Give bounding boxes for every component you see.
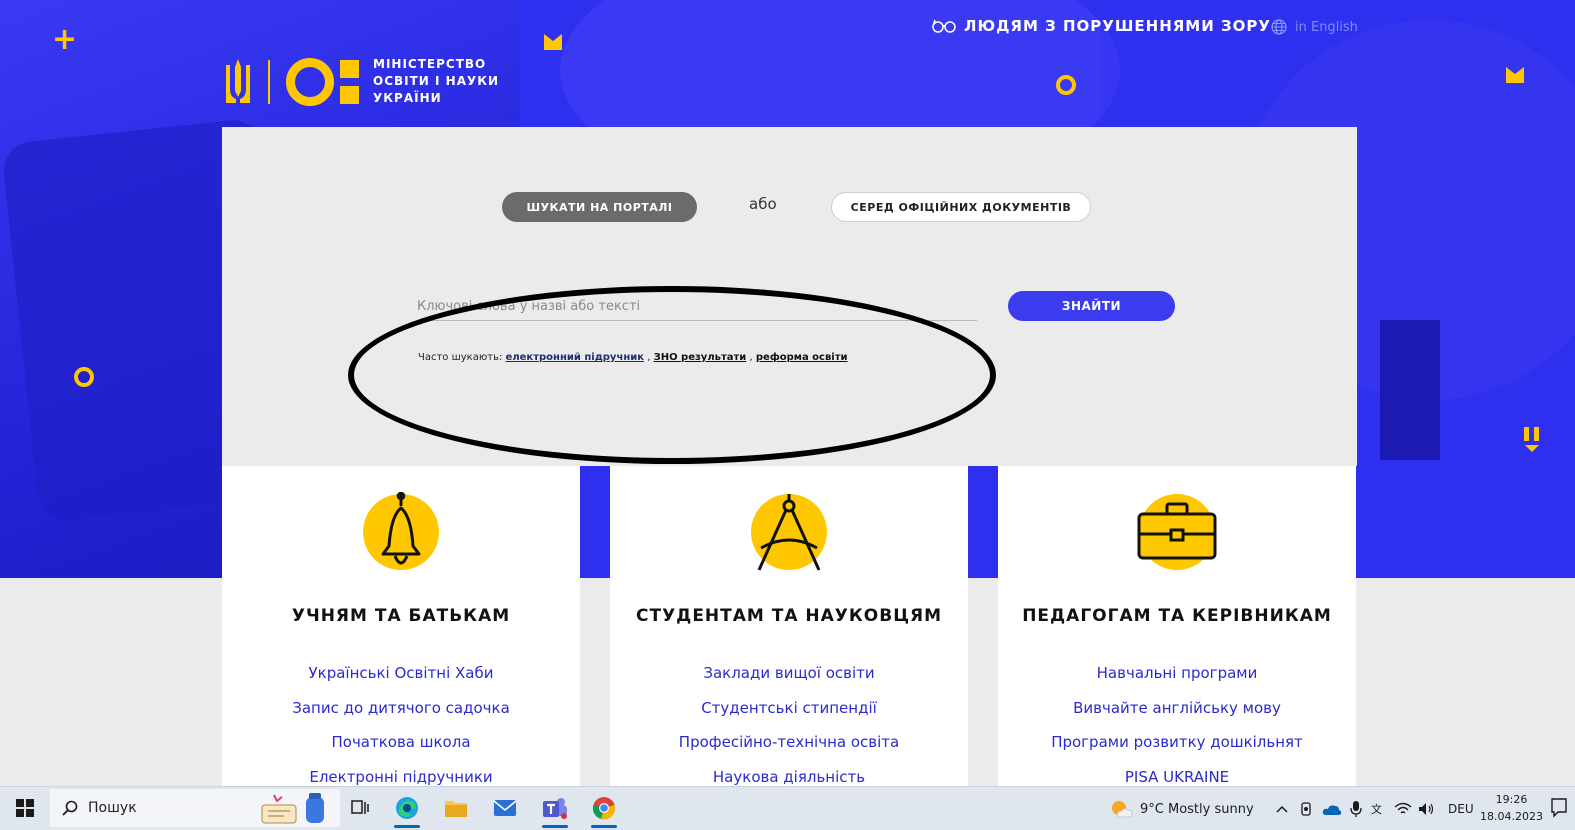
pause-decoration-icon — [1524, 427, 1539, 452]
card-link[interactable]: Вивчайте англійську мову — [998, 699, 1356, 734]
hero-shape — [1380, 320, 1440, 460]
briefcase-icon — [1137, 494, 1217, 570]
microphone-icon[interactable] — [1350, 800, 1362, 818]
logo-divider — [268, 59, 270, 104]
file-explorer-icon[interactable] — [441, 794, 471, 822]
logo-line: МІНІСТЕРСТВО — [373, 57, 487, 71]
card-link[interactable]: Професійно-технічна освіта — [610, 733, 968, 768]
clock-time: 19:26 — [1495, 793, 1528, 806]
crown-decoration-icon — [544, 34, 562, 50]
meet-now-icon[interactable] — [1300, 801, 1314, 817]
chevron-up-icon[interactable] — [1276, 805, 1288, 813]
weather-widget[interactable]: 9°C Mostly sunny — [1110, 787, 1254, 830]
card-link[interactable]: Українські Освітні Хаби — [222, 664, 580, 699]
globe-icon — [1271, 19, 1287, 35]
volume-icon[interactable] — [1418, 802, 1436, 816]
ministry-logo[interactable]: МІНІСТЕРСТВО ОСВІТИ І НАУКИ УКРАЇНИ — [222, 56, 499, 107]
card-teachers-managers: ПЕДАГОГАМ ТА КЕРІВНИКАМ Навчальні програ… — [998, 466, 1356, 786]
clock-date: 18.04.2023 — [1480, 810, 1543, 823]
edge-browser-icon[interactable] — [392, 794, 422, 828]
plus-decoration-icon: + — [52, 22, 78, 57]
language-input-icon[interactable]: 文 — [1370, 801, 1388, 817]
card-link[interactable]: Запис до дитячого садочка — [222, 699, 580, 734]
tab-search-portal[interactable]: ШУКАТИ НА ПОРТАЛІ — [502, 192, 697, 222]
logo-circle-icon — [286, 57, 334, 106]
keyboard-language[interactable]: DEU — [1448, 802, 1474, 816]
card-links: Навчальні програми Вивчайте англійську м… — [998, 664, 1356, 802]
card-title: ПЕДАГОГАМ ТА КЕРІВНИКАМ — [1022, 606, 1332, 626]
windows-taskbar: Пошук 9°C Mostly sunny 文 DEU 19:26 18.04… — [0, 786, 1575, 830]
chrome-icon[interactable] — [589, 794, 619, 828]
clock[interactable]: 19:26 18.04.2023 — [1480, 791, 1543, 825]
search-icon — [62, 800, 78, 816]
crown-decoration-icon — [1506, 67, 1524, 83]
ring-decoration-icon — [1056, 75, 1076, 95]
svg-text:文: 文 — [1371, 802, 1382, 816]
system-tray: 文 DEU — [1276, 787, 1474, 830]
logo-text: МІНІСТЕРСТВО ОСВІТИ І НАУКИ УКРАЇНИ — [373, 56, 499, 107]
annotation-ellipse — [348, 286, 996, 464]
card-links: Українські Освітні Хаби Запис до дитячог… — [222, 664, 580, 802]
card-title: СТУДЕНТАМ ТА НАУКОВЦЯМ — [636, 606, 942, 626]
visually-impaired-link[interactable]: ЛЮДЯМ З ПОРУШЕННЯМИ ЗОРУ — [932, 17, 1271, 35]
card-students-scientists: СТУДЕНТАМ ТА НАУКОВЦЯМ Заклади вищої осв… — [610, 466, 968, 786]
teams-icon[interactable] — [540, 794, 570, 828]
ring-decoration-icon — [74, 367, 94, 387]
card-link[interactable]: Програми розвитку дошкільнят — [998, 733, 1356, 768]
language-switch[interactable]: in English — [1271, 19, 1358, 35]
card-links: Заклади вищої освіти Студентські стипенд… — [610, 664, 968, 802]
windows-start-icon[interactable] — [16, 799, 34, 817]
sun-cloud-icon — [1112, 801, 1133, 818]
notification-icon[interactable] — [1550, 797, 1568, 819]
language-label: in English — [1295, 19, 1358, 35]
logo-line: УКРАЇНИ — [373, 91, 442, 105]
card-title: УЧНЯМ ТА БАТЬКАМ — [291, 606, 511, 626]
onedrive-icon[interactable] — [1322, 802, 1342, 816]
logo-line: ОСВІТИ І НАУКИ — [373, 74, 500, 88]
or-label: або — [749, 195, 777, 213]
taskbar-search[interactable]: Пошук — [50, 789, 340, 827]
card-link[interactable]: Студентські стипендії — [610, 699, 968, 734]
taskbar-search-label: Пошук — [88, 800, 137, 816]
card-link[interactable]: Навчальні програми — [998, 664, 1356, 699]
find-button[interactable]: ЗНАЙТИ — [1008, 291, 1175, 321]
wifi-icon[interactable] — [1394, 802, 1412, 816]
tab-official-documents[interactable]: СЕРЕД ОФІЦІЙНИХ ДОКУМЕНТІВ — [831, 192, 1091, 222]
logo-squares-icon — [340, 59, 359, 104]
card-link[interactable]: Заклади вищої освіти — [610, 664, 968, 699]
glasses-icon — [932, 19, 956, 33]
visually-impaired-label: ЛЮДЯМ З ПОРУШЕННЯМИ ЗОРУ — [964, 17, 1271, 35]
mail-icon[interactable] — [490, 794, 520, 822]
card-link[interactable]: Початкова школа — [222, 733, 580, 768]
logo-mark — [286, 57, 359, 106]
card-students-parents: УЧНЯМ ТА БАТЬКАМ Українські Освітні Хаби… — [222, 466, 580, 786]
search-highlight-illustration-icon — [261, 793, 324, 824]
bell-icon — [363, 492, 439, 570]
task-view-icon[interactable] — [345, 794, 375, 822]
trident-icon — [226, 58, 250, 103]
compass-icon — [751, 494, 827, 571]
weather-label: 9°C Mostly sunny — [1140, 801, 1254, 817]
